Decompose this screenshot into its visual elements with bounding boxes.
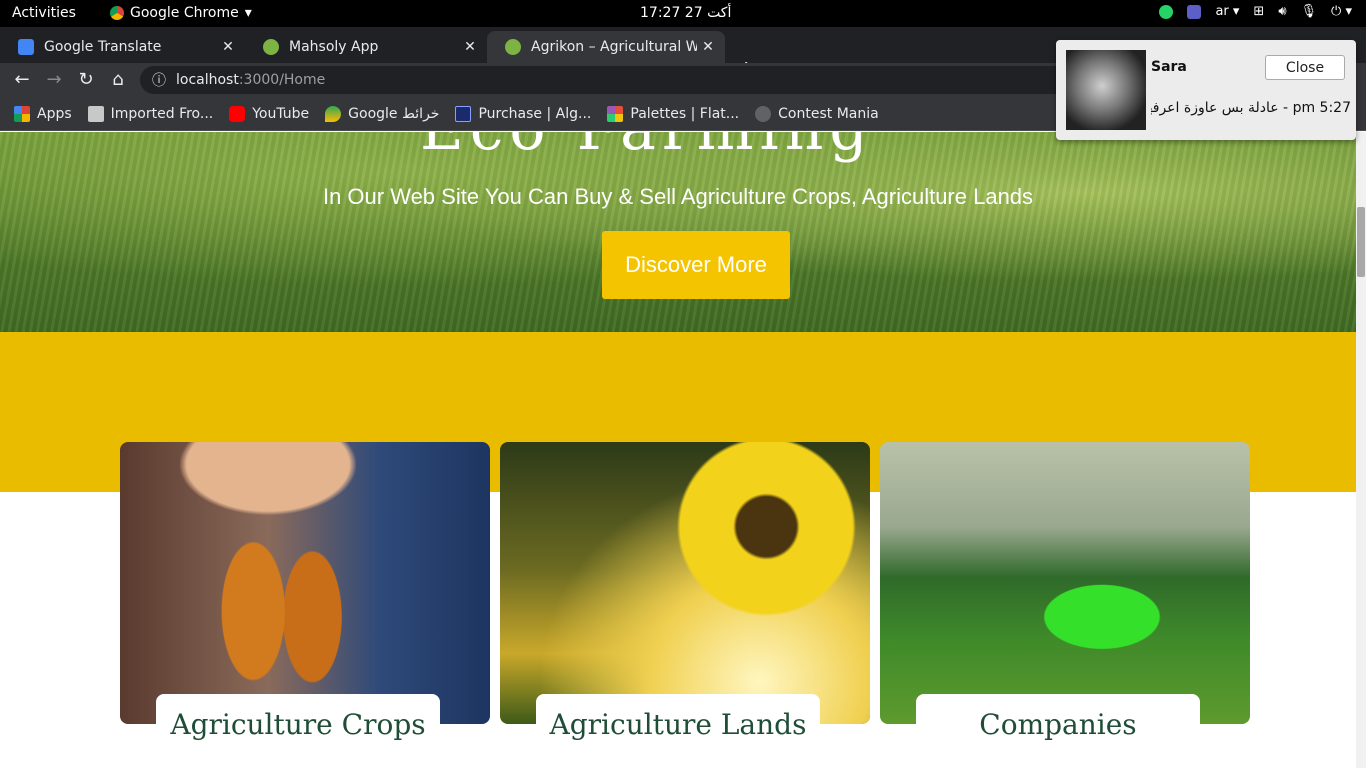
app-menu[interactable]: Google Chrome ▾ [110,5,252,21]
bookmark-contest-mania[interactable]: Contest Mania [755,105,879,122]
youtube-icon [229,105,246,122]
home-icon[interactable]: ⌂ [107,69,129,90]
system-tray[interactable]: ar ▾ ⊞ 🔊︎ 🎙︎ ⏻ ▾ [1159,4,1352,19]
bookmark-maps[interactable]: Google خرائط [325,105,439,122]
card-agriculture-crops[interactable] [120,442,490,724]
network-icon[interactable]: ⊞ [1253,4,1264,19]
card-label-companies[interactable]: Companies [916,694,1200,768]
bookmark-imported[interactable]: Imported Fro... [87,105,213,122]
whatsapp-icon[interactable] [1159,4,1174,19]
bookmark-purchase[interactable]: Purchase | Alg... [455,105,591,122]
hero-section: Eco Farming In Our Web Site You Can Buy … [0,132,1356,332]
site-info-icon[interactable]: ⓘ [152,70,166,90]
bookmark-palettes[interactable]: Palettes | Flat... [607,105,739,122]
keyboard-layout[interactable]: ar ▾ [1215,4,1239,19]
bookmark-youtube[interactable]: YouTube [229,105,309,122]
card-companies[interactable] [880,442,1250,724]
sunflower-image [500,442,870,724]
card-label-crops[interactable]: Agriculture Crops [156,694,440,768]
chrome-icon [110,6,124,20]
page-scrollbar[interactable] [1356,132,1366,768]
tab-google-translate[interactable]: Google Translate ✕ [0,31,245,63]
close-icon[interactable]: ✕ [217,39,239,55]
avatar [1066,50,1146,130]
system-top-bar: Activities Google Chrome ▾ 17:27 27 أكت … [0,0,1366,27]
tab-title: Mahsoly App [289,39,379,55]
web-page: Eco Farming In Our Web Site You Can Buy … [0,132,1356,768]
back-icon[interactable]: ← [11,69,33,90]
volume-icon[interactable]: 🔊︎ [1278,4,1286,19]
close-icon[interactable]: ✕ [697,39,719,55]
activities-button[interactable]: Activities [12,5,76,21]
discover-more-button[interactable]: Discover More [602,231,790,299]
scrollbar-thumb[interactable] [1357,207,1365,277]
leaf-icon [263,39,279,55]
tab-mahsoly-app[interactable]: Mahsoly App ✕ [245,31,487,63]
forward-icon[interactable]: → [43,69,65,90]
microphone-icon[interactable]: 🎙︎ [1301,4,1318,19]
notification-popup: Sara Close 5:27 pm - عادلة بس عاوزة اعرف… [1056,40,1356,140]
app-name: Google Chrome [130,5,239,21]
purchase-icon [455,105,472,122]
clock[interactable]: 17:27 27 أكت [640,5,731,21]
google-translate-icon [18,39,34,55]
notification-message: 5:27 pm - عادلة بس عاوزة اعرفها [1151,100,1351,116]
harvester-image [880,442,1250,724]
folder-icon [87,105,104,122]
teams-icon[interactable] [1187,4,1202,19]
hero-subtitle: In Our Web Site You Can Buy & Sell Agric… [322,184,1034,209]
apps-grid-icon [14,105,30,122]
palettes-icon [607,105,624,122]
tab-title: Google Translate [44,39,162,55]
hero-title: Eco Farming [420,132,874,164]
card-agriculture-lands[interactable] [500,442,870,724]
tab-agrikon[interactable]: Agrikon – Agricultural WP ✕ [487,31,725,63]
carrots-image [120,442,490,724]
tab-title: Agrikon – Agricultural WP [531,39,697,55]
bookmark-apps[interactable]: Apps [14,105,72,122]
close-button[interactable]: Close [1265,55,1345,80]
close-icon[interactable]: ✕ [459,39,481,55]
reload-icon[interactable]: ↻ [75,69,97,90]
card-label-lands[interactable]: Agriculture Lands [536,694,820,768]
notification-sender: Sara [1151,59,1187,75]
leaf-icon [505,39,521,55]
code-icon [755,105,772,122]
maps-icon [325,105,342,122]
chevron-down-icon: ▾ [244,5,252,21]
power-icon[interactable]: ⏻ ▾ [1331,4,1352,19]
url-text: localhost:3000/Home [176,72,326,88]
